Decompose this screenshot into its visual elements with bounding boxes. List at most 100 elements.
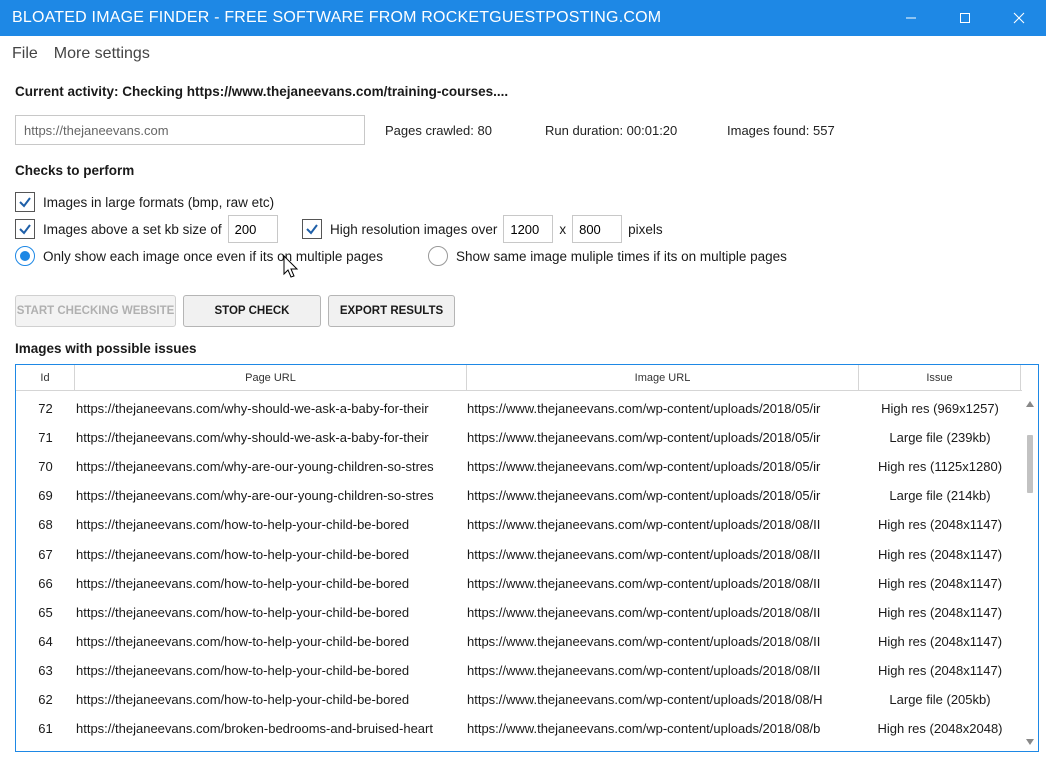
kb-size-option: Images above a set kb size of [15, 215, 284, 243]
images-found: Images found: 557 [727, 123, 835, 138]
high-res-width-input[interactable] [503, 215, 554, 243]
current-activity: Current activity: Checking https://www.t… [15, 84, 509, 99]
column-header-page-url[interactable]: Page URL [75, 365, 467, 390]
start-checking-button[interactable]: START CHECKING WEBSITE [15, 295, 176, 327]
close-icon [1013, 12, 1025, 24]
row-image-url[interactable]: https://www.thejaneevans.com/wp-content/… [467, 663, 859, 678]
row-issue: High res (2048x1147) [877, 575, 1003, 591]
row-page-url[interactable]: https://thejaneevans.com/why-should-we-a… [75, 430, 467, 445]
row-id: 68 [38, 517, 53, 533]
row-issue: Large file (205kb) [889, 691, 991, 707]
row-id: 62 [38, 691, 53, 707]
row-page-url[interactable]: https://thejaneevans.com/how-to-help-you… [75, 576, 467, 591]
table-row[interactable]: 67 https://thejaneevans.com/how-to-help-y… [16, 539, 1022, 568]
row-id: 66 [38, 575, 53, 591]
table-row[interactable]: 61 https://thejaneevans.com/broken-bedroo… [16, 714, 1022, 743]
large-formats-label: Images in large formats (bmp, raw etc) [43, 194, 275, 210]
row-page-url[interactable]: https://thejaneevans.com/how-to-help-you… [75, 547, 467, 562]
row-image-url[interactable]: https://www.thejaneevans.com/wp-content/… [467, 576, 859, 591]
export-results-button[interactable]: EXPORT RESULTS [328, 295, 455, 327]
row-issue: Large file (239kb) [889, 430, 991, 446]
large-formats-checkbox[interactable] [15, 192, 35, 212]
row-id: 69 [38, 488, 53, 504]
website-url-input[interactable] [15, 115, 365, 145]
table-row[interactable]: 62 https://thejaneevans.com/how-to-help-y… [16, 685, 1022, 714]
row-image-url[interactable]: https://www.thejaneevans.com/wp-content/… [467, 605, 859, 620]
row-image-url[interactable]: https://www.thejaneevans.com/wp-content/… [467, 401, 859, 416]
row-id: 67 [38, 546, 53, 562]
mouse-cursor-icon [283, 255, 299, 278]
scroll-up-icon[interactable] [1025, 399, 1035, 409]
table-row[interactable]: 69 https://thejaneevans.com/why-are-our-y… [16, 481, 1022, 510]
row-page-url[interactable]: https://thejaneevans.com/broken-bedrooms… [75, 721, 467, 736]
table-row[interactable]: 71 https://thejaneevans.com/why-should-we… [16, 423, 1022, 452]
minimize-button[interactable] [884, 0, 938, 36]
grid-header: Id Page URL Image URL Issue [16, 365, 1022, 391]
pages-crawled: Pages crawled: 80 [385, 123, 492, 138]
row-image-url[interactable]: https://www.thejaneevans.com/wp-content/… [467, 721, 859, 736]
row-image-url[interactable]: https://www.thejaneevans.com/wp-content/… [467, 692, 859, 707]
kb-size-label: Images above a set kb size of [43, 221, 222, 237]
row-image-url[interactable]: https://www.thejaneevans.com/wp-content/… [467, 459, 859, 474]
row-page-url[interactable]: https://thejaneevans.com/why-should-we-a… [75, 401, 467, 416]
row-page-url[interactable]: https://thejaneevans.com/why-are-our-you… [75, 488, 467, 503]
column-header-issue[interactable]: Issue [859, 365, 1021, 390]
row-image-url[interactable]: https://www.thejaneevans.com/wp-content/… [467, 517, 859, 532]
menu-file[interactable]: File [12, 45, 38, 63]
row-issue: High res (2048x1147) [877, 633, 1003, 649]
dimension-separator: x [559, 221, 567, 237]
vertical-scrollbar[interactable] [1021, 391, 1038, 751]
maximize-button[interactable] [938, 0, 992, 36]
row-id: 71 [38, 430, 53, 446]
kb-size-input[interactable] [227, 215, 278, 243]
table-row[interactable]: 68 https://thejaneevans.com/how-to-help-y… [16, 510, 1022, 539]
high-res-checkbox[interactable] [302, 219, 322, 239]
row-page-url[interactable]: https://thejaneevans.com/how-to-help-you… [75, 605, 467, 620]
column-header-image-url[interactable]: Image URL [467, 365, 859, 390]
row-page-url[interactable]: https://thejaneevans.com/why-are-our-you… [75, 459, 467, 474]
row-issue: High res (2048x1147) [877, 604, 1003, 620]
row-page-url[interactable]: https://thejaneevans.com/how-to-help-you… [75, 634, 467, 649]
column-header-id[interactable]: Id [16, 365, 75, 390]
minimize-icon [906, 17, 916, 19]
table-row[interactable]: 63 https://thejaneevans.com/how-to-help-y… [16, 656, 1022, 685]
table-row[interactable]: 65 https://thejaneevans.com/how-to-help-y… [16, 598, 1022, 627]
stop-check-button[interactable]: STOP CHECK [183, 295, 321, 327]
row-page-url[interactable]: https://thejaneevans.com/how-to-help-you… [75, 692, 467, 707]
table-row[interactable]: 72 https://thejaneevans.com/why-should-we… [16, 394, 1022, 423]
row-image-url[interactable]: https://www.thejaneevans.com/wp-content/… [467, 634, 859, 649]
row-issue: High res (1125x1280) [877, 459, 1003, 475]
row-id: 64 [38, 633, 53, 649]
checkmark-icon [19, 197, 31, 208]
table-row[interactable]: 64 https://thejaneevans.com/how-to-help-y… [16, 627, 1022, 656]
checkmark-icon [306, 224, 318, 235]
table-row[interactable]: 70 https://thejaneevans.com/why-are-our-y… [16, 452, 1022, 481]
show-multiple-radio[interactable] [428, 246, 448, 266]
checks-title: Checks to perform [15, 163, 135, 178]
row-issue: High res (2048x1147) [877, 517, 1003, 533]
high-res-option: High resolution images over x pixels [302, 215, 663, 243]
window-title: BLOATED IMAGE FINDER - FREE SOFTWARE FRO… [12, 9, 662, 26]
row-issue: High res (969x1257) [881, 401, 999, 417]
scroll-down-icon[interactable] [1025, 737, 1035, 747]
close-button[interactable] [992, 0, 1046, 36]
row-image-url[interactable]: https://www.thejaneevans.com/wp-content/… [467, 488, 859, 503]
maximize-icon [960, 13, 970, 23]
row-issue: High res (2048x1147) [877, 546, 1003, 562]
high-res-height-input[interactable] [572, 215, 623, 243]
row-page-url[interactable]: https://thejaneevans.com/how-to-help-you… [75, 517, 467, 532]
menu-bar: File More settings [0, 36, 1046, 72]
show-once-label: Only show each image once even if its on… [43, 248, 383, 264]
row-id: 72 [38, 401, 53, 417]
row-id: 70 [38, 459, 53, 475]
scrollbar-thumb[interactable] [1027, 435, 1033, 493]
row-issue: High res (2048x2048) [877, 721, 1003, 737]
large-formats-option: Images in large formats (bmp, raw etc) [15, 192, 274, 212]
menu-more-settings[interactable]: More settings [54, 45, 150, 63]
row-image-url[interactable]: https://www.thejaneevans.com/wp-content/… [467, 547, 859, 562]
row-image-url[interactable]: https://www.thejaneevans.com/wp-content/… [467, 430, 859, 445]
row-page-url[interactable]: https://thejaneevans.com/how-to-help-you… [75, 663, 467, 678]
kb-size-checkbox[interactable] [15, 219, 35, 239]
show-once-radio[interactable] [15, 246, 35, 266]
table-row[interactable]: 66 https://thejaneevans.com/how-to-help-y… [16, 569, 1022, 598]
